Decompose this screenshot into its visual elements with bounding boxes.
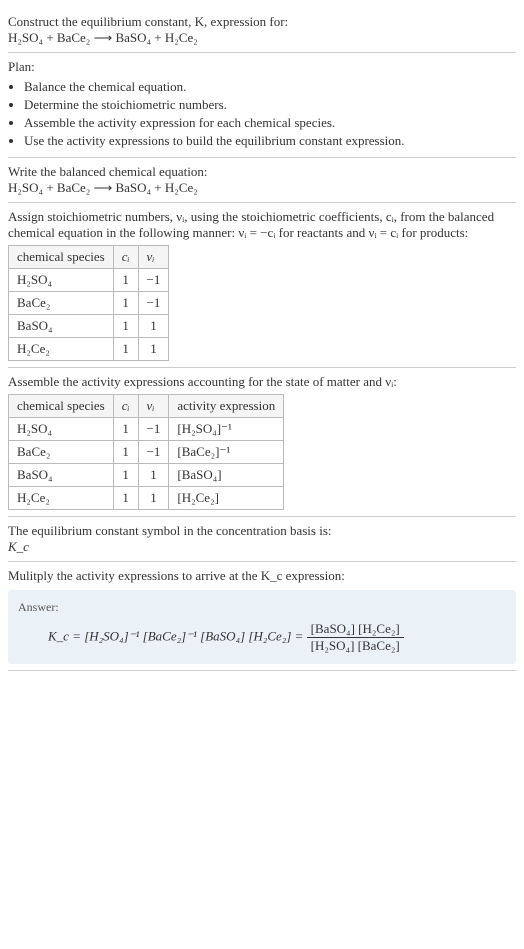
symbol-text: The equilibrium constant symbol in the c…	[8, 523, 516, 539]
cell-species: BaCe₂	[9, 441, 114, 464]
cell-c: 1	[113, 418, 138, 441]
answer-expression: K_c = [H₂SO₄]⁻¹ [BaCe₂]⁻¹ [BaSO₄] [H₂Ce₂…	[18, 621, 506, 654]
cell-v: −1	[138, 418, 169, 441]
multiply-section: Mulitply the activity expressions to arr…	[8, 562, 516, 671]
table-row: BaSO₄ 1 1	[9, 315, 169, 338]
answer-box: Answer: K_c = [H₂SO₄]⁻¹ [BaCe₂]⁻¹ [BaSO₄…	[8, 590, 516, 664]
balanced-equation: H₂SO₄ + BaCe₂ ⟶ BaSO₄ + H₂Ce₂	[8, 180, 516, 196]
plan-item: Determine the stoichiometric numbers.	[24, 97, 516, 113]
cell-v: 1	[138, 487, 169, 510]
cell-expr: [H₂SO₄]⁻¹	[169, 418, 284, 441]
cell-c: 1	[113, 464, 138, 487]
table-row: BaCe₂ 1 −1 [BaCe₂]⁻¹	[9, 441, 284, 464]
cell-expr: [H₂Ce₂]	[169, 487, 284, 510]
multiply-text: Mulitply the activity expressions to arr…	[8, 568, 516, 584]
cell-c: 1	[113, 292, 138, 315]
plan-section: Plan: Balance the chemical equation. Det…	[8, 53, 516, 158]
cell-species: H₂SO₄	[9, 418, 114, 441]
cell-c: 1	[113, 441, 138, 464]
cell-v: −1	[138, 292, 169, 315]
table-row: BaCe₂ 1 −1	[9, 292, 169, 315]
cell-v: 1	[138, 338, 169, 361]
answer-fraction: [BaSO₄] [H₂Ce₂] [H₂SO₄] [BaCe₂]	[307, 621, 404, 654]
cell-species: BaSO₄	[9, 464, 114, 487]
activity-text: Assemble the activity expressions accoun…	[8, 374, 516, 390]
intro-line1: Construct the equilibrium constant, K, e…	[8, 14, 288, 29]
intro-text: Construct the equilibrium constant, K, e…	[8, 14, 516, 46]
table-row: H₂SO₄ 1 −1	[9, 269, 169, 292]
balanced-heading: Write the balanced chemical equation:	[8, 164, 516, 180]
symbol-section: The equilibrium constant symbol in the c…	[8, 517, 516, 562]
cell-c: 1	[113, 338, 138, 361]
cell-species: H₂Ce₂	[9, 338, 114, 361]
col-vi: νᵢ	[138, 395, 169, 418]
col-ci: cᵢ	[113, 246, 138, 269]
stoich-section: Assign stoichiometric numbers, νᵢ, using…	[8, 203, 516, 368]
table-row: H₂Ce₂ 1 1 [H₂Ce₂]	[9, 487, 284, 510]
intro-equation: H₂SO₄ + BaCe₂ ⟶ BaSO₄ + H₂Ce₂	[8, 30, 198, 45]
balanced-section: Write the balanced chemical equation: H₂…	[8, 158, 516, 203]
table-header-row: chemical species cᵢ νᵢ	[9, 246, 169, 269]
plan-item: Assemble the activity expression for eac…	[24, 115, 516, 131]
table-row: H₂Ce₂ 1 1	[9, 338, 169, 361]
stoich-table: chemical species cᵢ νᵢ H₂SO₄ 1 −1 BaCe₂ …	[8, 245, 169, 361]
cell-species: BaSO₄	[9, 315, 114, 338]
col-species: chemical species	[9, 395, 114, 418]
plan-item: Balance the chemical equation.	[24, 79, 516, 95]
table-header-row: chemical species cᵢ νᵢ activity expressi…	[9, 395, 284, 418]
col-ci: cᵢ	[113, 395, 138, 418]
answer-label: Answer:	[18, 600, 506, 615]
cell-species: BaCe₂	[9, 292, 114, 315]
cell-species: H₂SO₄	[9, 269, 114, 292]
cell-v: −1	[138, 441, 169, 464]
col-vi: νᵢ	[138, 246, 169, 269]
plan-item: Use the activity expressions to build th…	[24, 133, 516, 149]
cell-v: −1	[138, 269, 169, 292]
cell-v: 1	[138, 464, 169, 487]
activity-table: chemical species cᵢ νᵢ activity expressi…	[8, 394, 284, 510]
col-expr: activity expression	[169, 395, 284, 418]
col-species: chemical species	[9, 246, 114, 269]
answer-lhs: K_c = [H₂SO₄]⁻¹ [BaCe₂]⁻¹ [BaSO₄] [H₂Ce₂…	[48, 628, 307, 643]
cell-c: 1	[113, 269, 138, 292]
plan-heading: Plan:	[8, 59, 516, 75]
answer-denominator: [H₂SO₄] [BaCe₂]	[307, 638, 404, 654]
cell-c: 1	[113, 487, 138, 510]
plan-list: Balance the chemical equation. Determine…	[8, 79, 516, 149]
intro-section: Construct the equilibrium constant, K, e…	[8, 8, 516, 53]
cell-expr: [BaSO₄]	[169, 464, 284, 487]
stoich-text: Assign stoichiometric numbers, νᵢ, using…	[8, 209, 516, 241]
answer-numerator: [BaSO₄] [H₂Ce₂]	[307, 621, 404, 638]
k-symbol: K_c	[8, 539, 516, 555]
cell-c: 1	[113, 315, 138, 338]
activity-section: Assemble the activity expressions accoun…	[8, 368, 516, 517]
cell-v: 1	[138, 315, 169, 338]
cell-species: H₂Ce₂	[9, 487, 114, 510]
table-row: BaSO₄ 1 1 [BaSO₄]	[9, 464, 284, 487]
cell-expr: [BaCe₂]⁻¹	[169, 441, 284, 464]
table-row: H₂SO₄ 1 −1 [H₂SO₄]⁻¹	[9, 418, 284, 441]
